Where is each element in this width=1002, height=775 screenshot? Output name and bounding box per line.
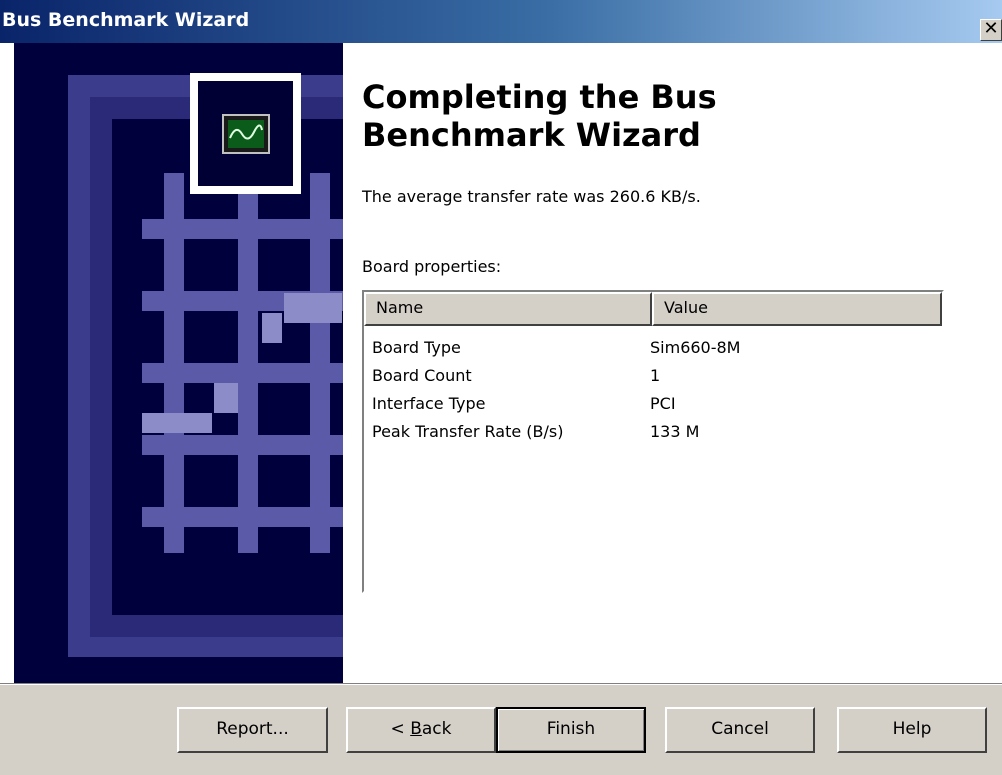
close-button[interactable]: ✕: [980, 19, 1002, 41]
property-name: Board Count: [372, 366, 472, 385]
cancel-button[interactable]: Cancel: [665, 707, 815, 753]
back-button-mnemonic: B: [410, 719, 422, 739]
back-button-prefix: <: [390, 719, 411, 739]
oscilloscope-monitor-icon: [222, 114, 270, 154]
column-header-value[interactable]: Value: [652, 292, 942, 326]
column-header-name[interactable]: Name: [364, 292, 652, 326]
help-button[interactable]: Help: [837, 707, 987, 753]
property-name: Peak Transfer Rate (B/s): [372, 422, 564, 441]
close-icon: ✕: [983, 19, 999, 39]
property-name: Interface Type: [372, 394, 486, 413]
board-properties-list[interactable]: Name Value Board Type Sim660-8M Board Co…: [362, 290, 944, 593]
property-value: Sim660-8M: [650, 338, 741, 357]
report-button[interactable]: Report...: [177, 707, 328, 753]
finish-button[interactable]: Finish: [496, 707, 646, 753]
average-rate-text: The average transfer rate was 260.6 KB/s…: [362, 187, 701, 206]
back-button-rest: ack: [421, 719, 452, 739]
property-value: PCI: [650, 394, 676, 413]
wizard-icon-frame: [190, 73, 301, 194]
property-name: Board Type: [372, 338, 461, 357]
title-bar: Bus Benchmark Wizard: [0, 0, 1002, 43]
property-value: 1: [650, 366, 661, 385]
property-value: 133 M: [650, 422, 700, 441]
back-button[interactable]: < Back: [346, 707, 496, 753]
window-title: Bus Benchmark Wizard: [2, 9, 250, 31]
page-title: Completing the Bus Benchmark Wizard: [362, 78, 982, 154]
button-area-separator: [0, 683, 1002, 685]
page-title-line1: Completing the Bus: [362, 78, 717, 116]
page-title-line2: Benchmark Wizard: [362, 116, 701, 154]
board-properties-label: Board properties:: [362, 257, 502, 276]
